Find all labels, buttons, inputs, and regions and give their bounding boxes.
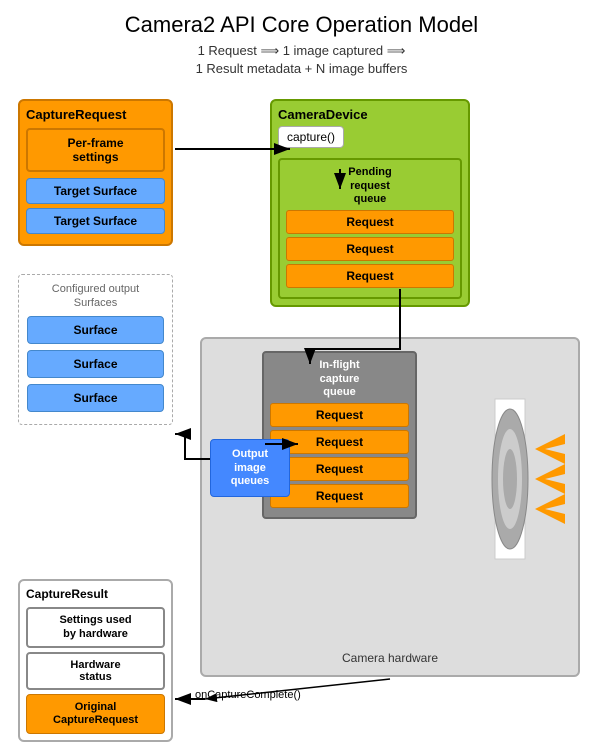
per-frame-settings-box: Per-framesettings: [26, 128, 165, 172]
subtitle-line2: 1 Result metadata + N image buffers: [196, 61, 408, 76]
subtitle: 1 Request ⟹ 1 image captured ⟹ 1 Result …: [20, 42, 583, 78]
inflight-request-1: Request: [270, 403, 409, 427]
original-cr-box: OriginalCaptureRequest: [26, 694, 165, 734]
subtitle-line1: 1 Request ⟹ 1 image captured ⟹: [198, 43, 406, 58]
hardware-area-box: In-flightcapturequeue Request Request Re…: [200, 337, 580, 677]
output-image-queues-box: Outputimagequeues: [210, 439, 290, 497]
camera-hw-label: Camera hardware: [342, 651, 438, 665]
camera-lens-illustration: [490, 379, 570, 579]
capture-call-label: capture(): [278, 126, 344, 148]
request-box-3: Request: [286, 264, 454, 288]
request-box-2: Request: [286, 237, 454, 261]
diagram: CaptureRequest Per-framesettings Target …: [0, 89, 603, 739]
on-capture-complete-label: onCaptureComplete(): [195, 689, 301, 701]
title-section: Camera2 API Core Operation Model 1 Reque…: [0, 0, 603, 84]
capture-request-label: CaptureRequest: [26, 107, 165, 122]
capture-result-label: CaptureResult: [26, 587, 165, 601]
pending-queue-label: Pendingrequestqueue: [286, 166, 454, 206]
surface-box-1: Surface: [27, 316, 164, 344]
camera-device-box: CameraDevice capture() Pendingrequestque…: [270, 99, 470, 307]
hw-status-box: Hardwarestatus: [26, 652, 165, 690]
inflight-label: In-flightcapturequeue: [270, 359, 409, 399]
inflight-request-2: Request: [270, 430, 409, 454]
configured-label: Configured outputSurfaces: [27, 283, 164, 309]
target-surface-box-2: Target Surface: [26, 208, 165, 234]
request-box-1: Request: [286, 210, 454, 234]
settings-used-box: Settings usedby hardware: [26, 607, 165, 647]
capture-request-box: CaptureRequest Per-framesettings Target …: [18, 99, 173, 246]
capture-result-box: CaptureResult Settings usedby hardware H…: [18, 579, 173, 742]
surface-box-3: Surface: [27, 384, 164, 412]
inflight-request-3: Request: [270, 457, 409, 481]
camera-device-label: CameraDevice: [278, 107, 462, 122]
pending-queue-box: Pendingrequestqueue Request Request Requ…: [278, 158, 462, 299]
page-title: Camera2 API Core Operation Model: [20, 12, 583, 38]
inflight-request-4: Request: [270, 484, 409, 508]
surface-box-2: Surface: [27, 350, 164, 378]
configured-surfaces-box: Configured outputSurfaces Surface Surfac…: [18, 274, 173, 424]
target-surface-box-1: Target Surface: [26, 178, 165, 204]
camera-lens-svg: [490, 379, 570, 579]
